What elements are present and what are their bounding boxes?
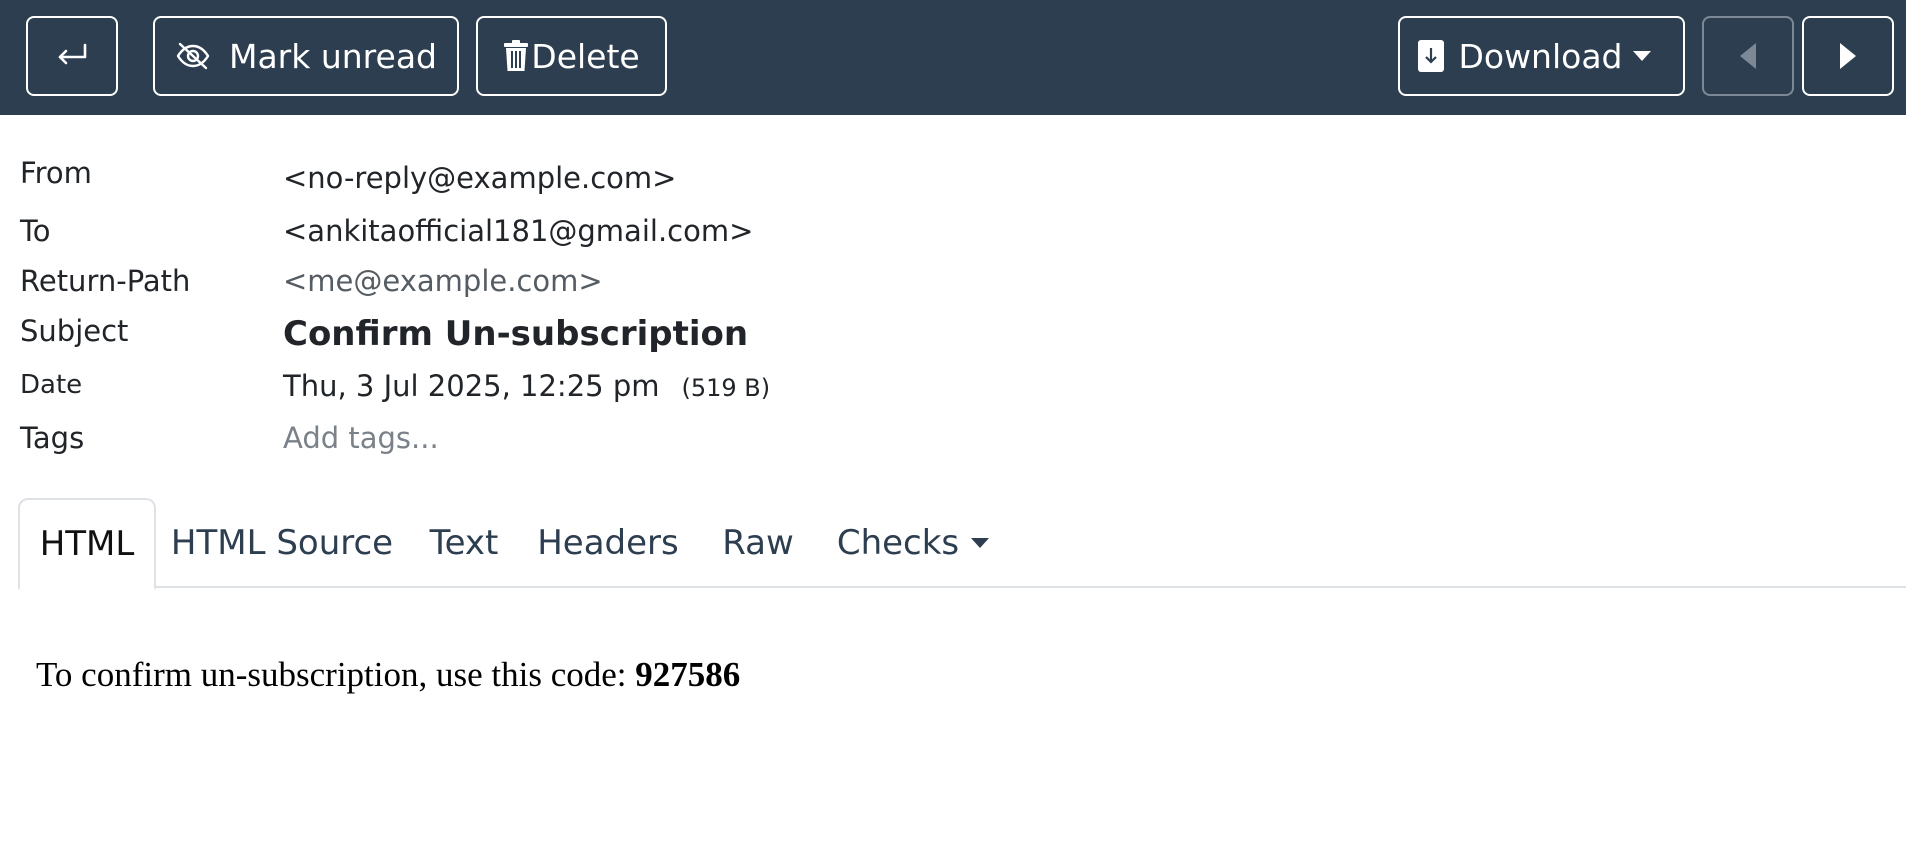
- message-toolbar: Mark unread Delete Download: [0, 0, 1906, 115]
- return-path-label: Return-Path: [20, 264, 191, 298]
- return-path-value: <me@example.com>: [283, 264, 603, 298]
- tab-checks[interactable]: Checks: [826, 498, 1000, 588]
- delete-button[interactable]: Delete: [476, 16, 667, 96]
- from-value: <no-reply@example.com>: [283, 161, 677, 195]
- tab-html-label: HTML: [39, 524, 135, 564]
- subject-label: Subject: [20, 314, 129, 348]
- tags-input[interactable]: Add tags...: [283, 421, 439, 455]
- trash-icon: [503, 40, 529, 72]
- subject-value: Confirm Un-subscription: [283, 314, 749, 354]
- tab-raw-label: Raw: [722, 523, 794, 563]
- view-tabs: HTML HTML Source Text Headers Raw Checks: [18, 498, 1906, 590]
- mark-unread-button[interactable]: Mark unread: [153, 16, 459, 96]
- back-button[interactable]: [26, 16, 118, 96]
- caret-right-icon: [1839, 43, 1857, 69]
- tab-html[interactable]: HTML: [18, 498, 156, 590]
- tab-text[interactable]: Text: [424, 498, 504, 588]
- from-label: From: [20, 156, 92, 190]
- previous-message-button[interactable]: [1702, 16, 1794, 96]
- delete-label: Delete: [531, 36, 640, 76]
- download-button[interactable]: Download: [1398, 16, 1685, 96]
- message-size: (519 B): [681, 374, 771, 402]
- tab-checks-label: Checks: [836, 523, 960, 563]
- eye-slash-icon: [175, 42, 211, 70]
- date-label: Date: [20, 370, 83, 400]
- confirmation-code: 927586: [635, 655, 741, 694]
- tab-text-label: Text: [429, 523, 499, 563]
- download-label: Download: [1458, 36, 1623, 76]
- to-label: To: [20, 214, 51, 248]
- caret-left-icon: [1739, 43, 1757, 69]
- tab-html-source[interactable]: HTML Source: [171, 498, 393, 588]
- tab-raw[interactable]: Raw: [718, 498, 798, 588]
- tags-label: Tags: [20, 421, 85, 455]
- message-text: To confirm un-subscription, use this cod…: [36, 655, 636, 694]
- message-body: To confirm un-subscription, use this cod…: [36, 655, 740, 695]
- chevron-down-icon: [971, 537, 990, 549]
- return-arrow-icon: [55, 42, 89, 70]
- file-download-icon: [1418, 40, 1445, 72]
- date-text: Thu, 3 Jul 2025, 12:25 pm: [283, 369, 660, 403]
- next-message-button[interactable]: [1802, 16, 1894, 96]
- chevron-down-icon: [1632, 50, 1651, 62]
- to-value: <ankitaofficial181@gmail.com>: [283, 214, 754, 248]
- date-value: Thu, 3 Jul 2025, 12:25 pm (519 B): [283, 369, 770, 403]
- tab-html-source-label: HTML Source: [170, 523, 394, 563]
- tab-headers[interactable]: Headers: [533, 498, 683, 588]
- mark-unread-label: Mark unread: [228, 36, 437, 76]
- tab-headers-label: Headers: [537, 523, 679, 563]
